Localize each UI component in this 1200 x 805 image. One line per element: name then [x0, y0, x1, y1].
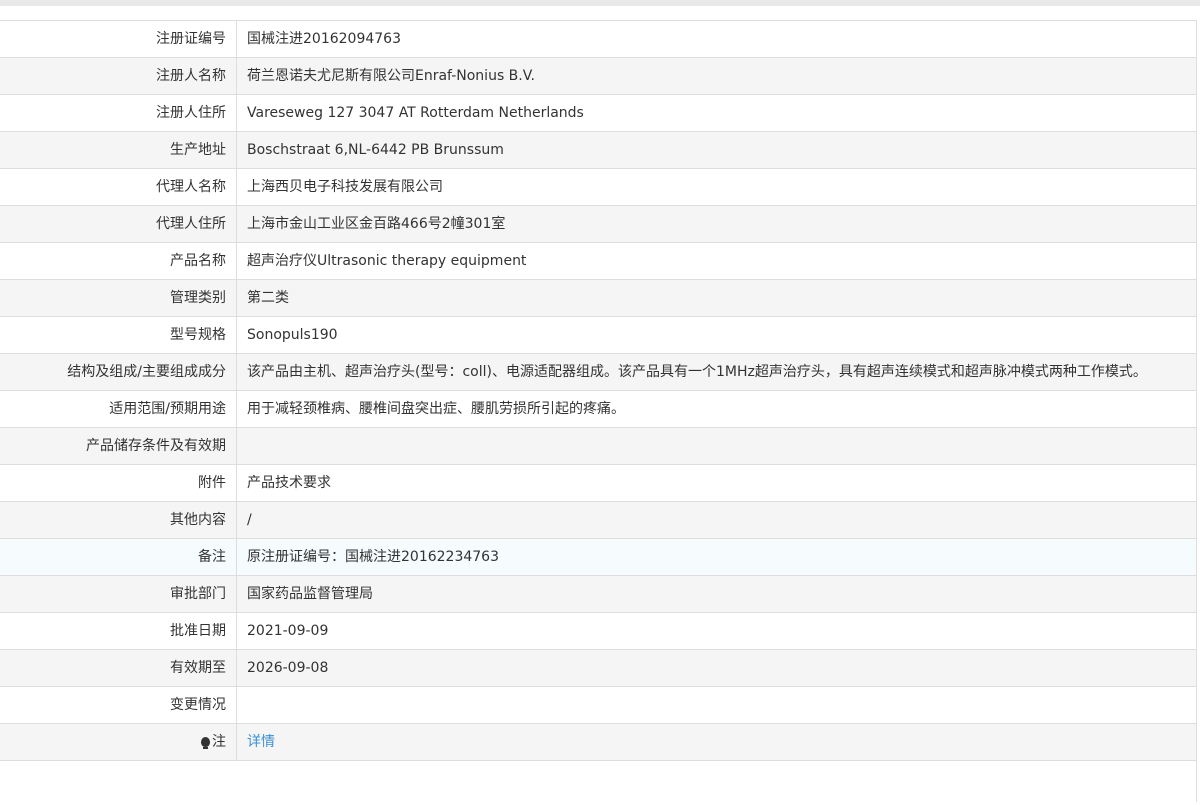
row-label: 产品名称	[0, 242, 237, 280]
table-row: 型号规格 Sonopuls190	[0, 316, 1196, 354]
table-row: 生产地址 Boschstraat 6,NL-6442 PB Brunssum	[0, 131, 1196, 169]
row-label: 适用范围/预期用途	[0, 390, 237, 428]
row-label: 代理人名称	[0, 168, 237, 206]
row-value	[236, 686, 1196, 724]
row-label: 生产地址	[0, 131, 237, 169]
row-value: 上海西贝电子科技发展有限公司	[236, 168, 1196, 206]
row-label: 管理类别	[0, 279, 237, 317]
row-value: 用于减轻颈椎病、腰椎间盘突出症、腰肌劳损所引起的疼痛。	[236, 390, 1196, 428]
table-row: 代理人住所 上海市金山工业区金百路466号2幢301室	[0, 205, 1196, 243]
table-right-border	[1196, 20, 1197, 802]
row-label: 附件	[0, 464, 237, 502]
row-label: 产品储存条件及有效期	[0, 427, 237, 465]
table-row: 附件 产品技术要求	[0, 464, 1196, 502]
note-label: 注	[212, 734, 226, 750]
table-row: 审批部门 国家药品监督管理局	[0, 575, 1196, 613]
row-label: 有效期至	[0, 649, 237, 687]
details-link[interactable]: 详情	[247, 734, 275, 750]
row-label: 注册人住所	[0, 94, 237, 132]
table-row: 代理人名称 上海西贝电子科技发展有限公司	[0, 168, 1196, 206]
table-row: 注册人住所 Vareseweg 127 3047 AT Rotterdam Ne…	[0, 94, 1196, 132]
table-row: 注册证编号 国械注进20162094763	[0, 20, 1196, 58]
row-value: Vareseweg 127 3047 AT Rotterdam Netherla…	[236, 94, 1196, 132]
table-row: 其他内容 /	[0, 501, 1196, 539]
row-value	[236, 427, 1196, 465]
row-value: 2021-09-09	[236, 612, 1196, 650]
registration-detail-table: 注册证编号 国械注进20162094763 注册人名称 荷兰恩诺夫尤尼斯有限公司…	[0, 20, 1196, 761]
row-value: 国械注进20162094763	[236, 20, 1196, 58]
row-value: Boschstraat 6,NL-6442 PB Brunssum	[236, 131, 1196, 169]
row-label: 注册证编号	[0, 20, 237, 58]
row-value: 产品技术要求	[236, 464, 1196, 502]
row-value: 上海市金山工业区金百路466号2幢301室	[236, 205, 1196, 243]
lightbulb-icon	[201, 737, 210, 749]
row-label: 型号规格	[0, 316, 237, 354]
table-row: 适用范围/预期用途 用于减轻颈椎病、腰椎间盘突出症、腰肌劳损所引起的疼痛。	[0, 390, 1196, 428]
row-value: 该产品由主机、超声治疗头(型号：coll)、电源适配器组成。该产品具有一个1MH…	[236, 353, 1196, 391]
table-row: 备注 原注册证编号：国械注进20162234763	[0, 538, 1196, 576]
note-label-cell: 注	[0, 723, 237, 761]
row-value: 2026-09-08	[236, 649, 1196, 687]
row-value: Sonopuls190	[236, 316, 1196, 354]
row-label: 其他内容	[0, 501, 237, 539]
table-row: 注 详情	[0, 723, 1196, 761]
note-value-cell: 详情	[236, 723, 1196, 761]
table-row: 批准日期 2021-09-09	[0, 612, 1196, 650]
row-label: 审批部门	[0, 575, 237, 613]
row-value: 荷兰恩诺夫尤尼斯有限公司Enraf-Nonius B.V.	[236, 57, 1196, 95]
table-row: 变更情况	[0, 686, 1196, 724]
table-row: 产品储存条件及有效期	[0, 427, 1196, 465]
row-label: 批准日期	[0, 612, 237, 650]
row-label: 结构及组成/主要组成成分	[0, 353, 237, 391]
row-value: 原注册证编号：国械注进20162234763	[236, 538, 1196, 576]
row-value: /	[236, 501, 1196, 539]
row-label: 代理人住所	[0, 205, 237, 243]
top-bar	[0, 0, 1200, 6]
table-row: 产品名称 超声治疗仪Ultrasonic therapy equipment	[0, 242, 1196, 280]
table-row: 结构及组成/主要组成成分 该产品由主机、超声治疗头(型号：coll)、电源适配器…	[0, 353, 1196, 391]
table-row: 管理类别 第二类	[0, 279, 1196, 317]
row-value: 超声治疗仪Ultrasonic therapy equipment	[236, 242, 1196, 280]
row-value: 国家药品监督管理局	[236, 575, 1196, 613]
table-row: 注册人名称 荷兰恩诺夫尤尼斯有限公司Enraf-Nonius B.V.	[0, 57, 1196, 95]
row-label: 注册人名称	[0, 57, 237, 95]
table-row: 有效期至 2026-09-08	[0, 649, 1196, 687]
row-label: 变更情况	[0, 686, 237, 724]
row-value: 第二类	[236, 279, 1196, 317]
row-label: 备注	[0, 538, 237, 576]
